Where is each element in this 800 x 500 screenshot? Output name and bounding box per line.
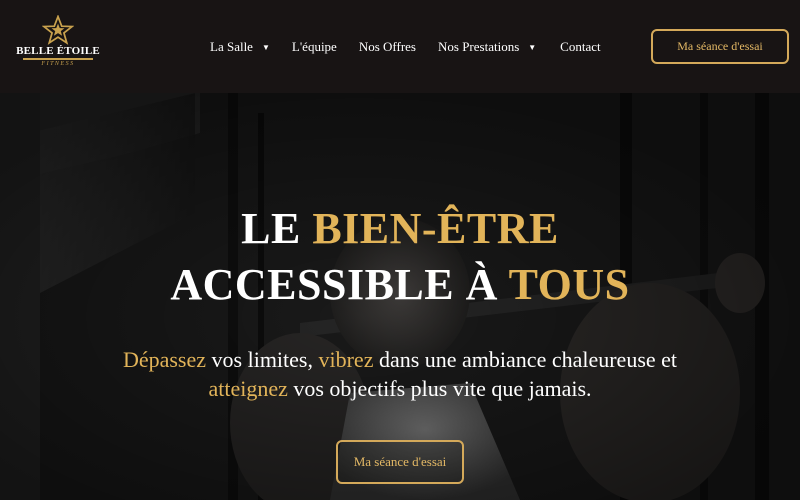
hero-title-gold-2: TOUS <box>508 260 630 309</box>
hero-subtitle: Dépassez vos limites, vibrez dans une am… <box>0 345 800 403</box>
brand-logo[interactable]: BELLE ÉTOILE FITNESS <box>16 15 100 75</box>
subtitle-text-2: dans une ambiance chaleureuse et <box>373 347 678 372</box>
hero-title-line1: LE BIEN-ÊTRE <box>241 204 559 253</box>
subtitle-highlight-3: atteignez <box>208 376 288 401</box>
subtitle-text-3: vos objectifs plus vite que jamais. <box>287 376 592 401</box>
subtitle-highlight-2: vibrez <box>318 347 374 372</box>
site-header: BELLE ÉTOILE FITNESS La Salle ▼ L'équipe… <box>0 0 800 93</box>
nav-item-offres[interactable]: Nos Offres <box>359 39 416 55</box>
hero-title-line2: ACCESSIBLE À TOUS <box>170 260 629 309</box>
brand-name: BELLE ÉTOILE <box>16 45 100 57</box>
main-nav: La Salle ▼ L'équipe Nos Offres Nos Prest… <box>210 37 601 57</box>
hero-title: LE BIEN-ÊTRE ACCESSIBLE À TOUS <box>0 201 800 313</box>
trial-session-button[interactable]: Ma séance d'essai <box>651 29 789 64</box>
nav-item-prestations[interactable]: Nos Prestations ▼ <box>438 39 536 55</box>
subtitle-text-1: vos limites, <box>206 347 319 372</box>
nav-item-contact[interactable]: Contact <box>560 39 600 55</box>
hero-section: LE BIEN-ÊTRE ACCESSIBLE À TOUS Dépassez … <box>0 93 800 500</box>
nav-item-label: Nos Prestations <box>438 39 520 54</box>
nav-item-label: Contact <box>560 39 601 54</box>
caret-down-icon: ▼ <box>261 42 270 52</box>
nav-item-label: Nos Offres <box>358 39 416 54</box>
caret-down-icon: ▼ <box>528 42 537 52</box>
nav-item-equipe[interactable]: L'équipe <box>292 39 337 55</box>
star-icon <box>42 15 74 45</box>
hero-title-white-2: ACCESSIBLE À <box>170 260 509 309</box>
hero-title-white-1: LE <box>241 204 313 253</box>
nav-item-label: La Salle <box>210 39 253 54</box>
brand-tagline: FITNESS <box>41 61 75 67</box>
hero-trial-session-button[interactable]: Ma séance d'essai <box>336 440 464 484</box>
nav-item-label: L'équipe <box>291 39 337 54</box>
nav-item-la-salle[interactable]: La Salle ▼ <box>210 39 270 55</box>
subtitle-highlight-1: Dépassez <box>122 347 207 372</box>
hero-title-gold-1: BIEN-ÊTRE <box>312 204 559 253</box>
